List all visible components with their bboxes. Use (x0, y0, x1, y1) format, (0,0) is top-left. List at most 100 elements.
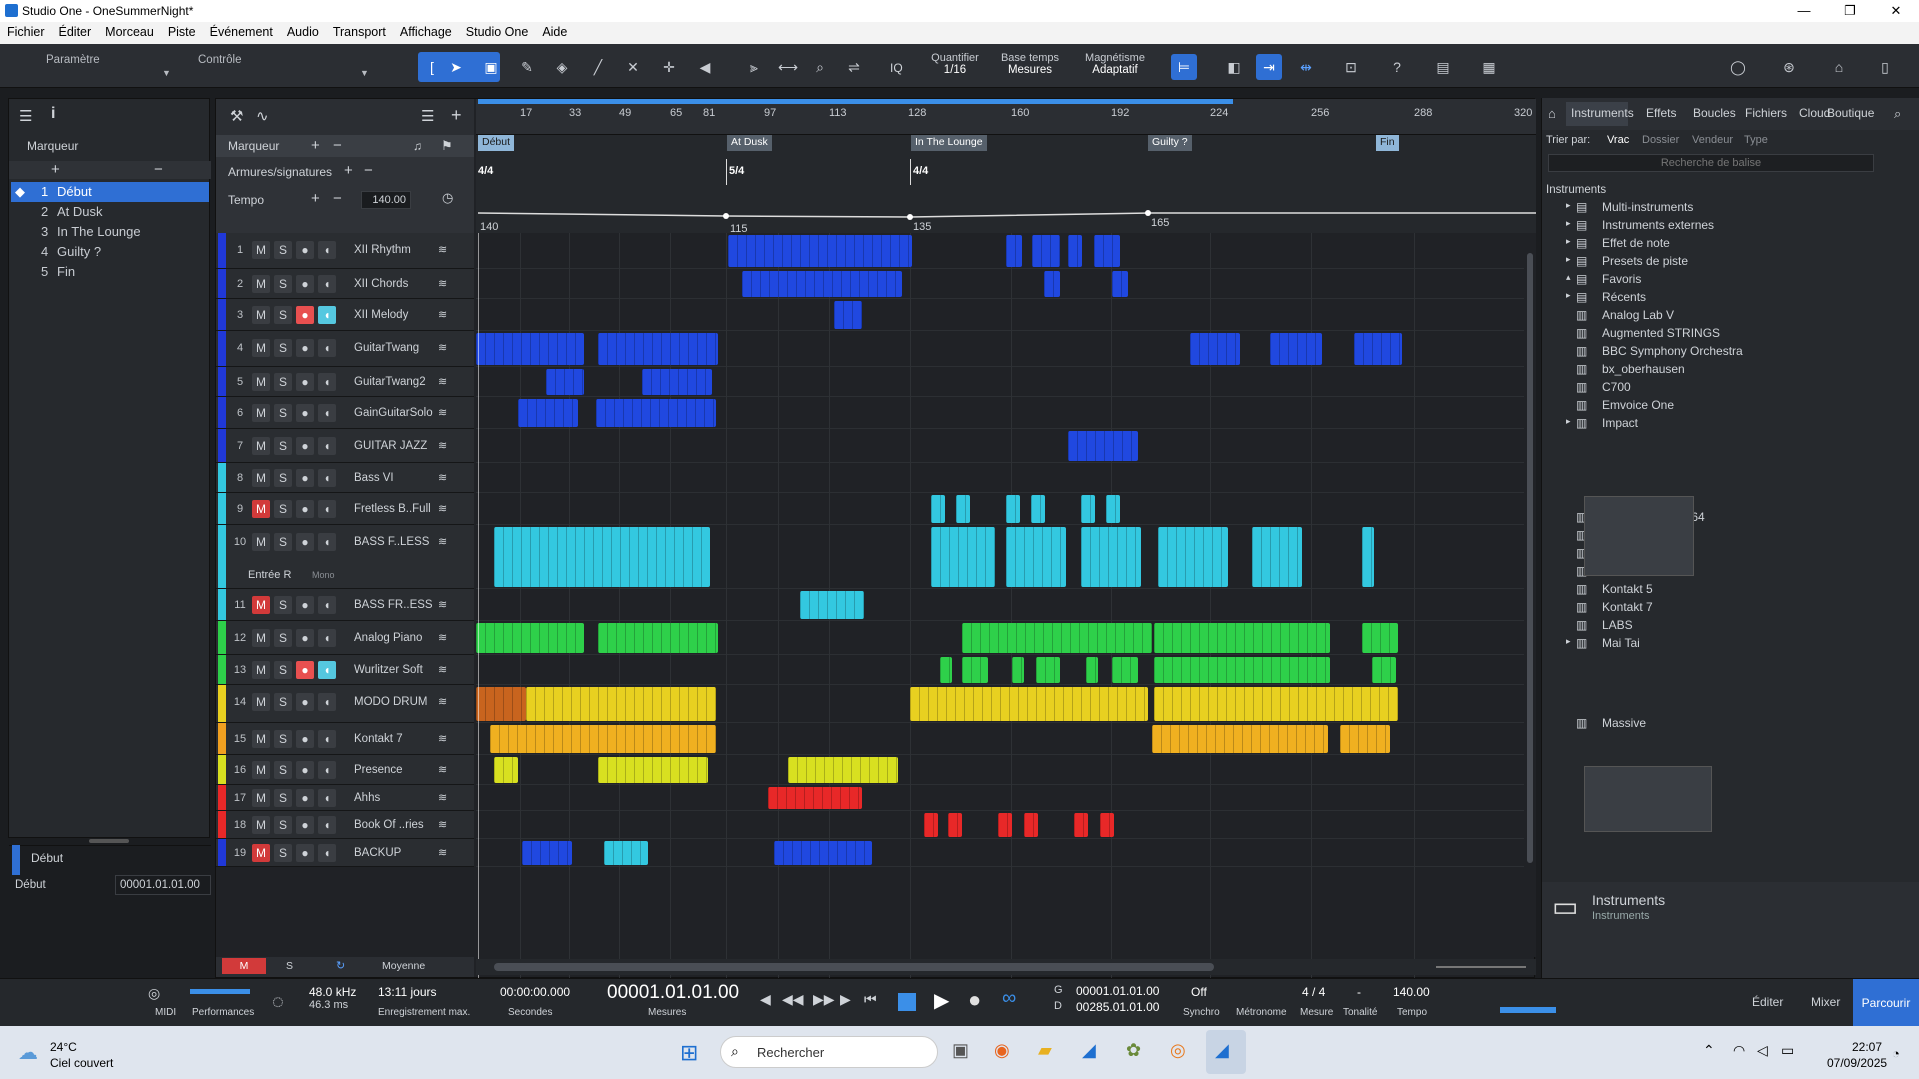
automation-icon[interactable]: ∿ (256, 107, 269, 125)
event-clip[interactable] (1340, 725, 1390, 753)
track-name[interactable]: Fretless B..Full (354, 503, 431, 515)
remove-tempo-icon[interactable]: − (333, 190, 342, 207)
monitor-button[interactable]: ◖ (318, 404, 336, 422)
solo-button[interactable]: S (274, 275, 292, 293)
taskbar-search[interactable]: ⌕ Rechercher (720, 1036, 938, 1068)
track-name[interactable]: GuitarTwang (354, 342, 419, 354)
event-clip[interactable] (800, 591, 864, 619)
waveform-icon[interactable]: ≋ (438, 502, 447, 515)
mute-button[interactable]: M (252, 306, 270, 324)
marker-flag[interactable]: Guilty ? (1148, 135, 1192, 151)
event-clip[interactable] (834, 301, 862, 329)
menu-piste[interactable]: Piste (161, 22, 203, 39)
monitor-button[interactable]: ◖ (318, 275, 336, 293)
studio-one-icon[interactable]: ◢ (1082, 1040, 1096, 1061)
monitor-button[interactable]: ◖ (318, 437, 336, 455)
record-arm-button[interactable]: ● (296, 661, 314, 679)
tray-chevron-icon[interactable]: ⌃ (1703, 1042, 1715, 1059)
monitor-button[interactable]: ◖ (318, 533, 336, 551)
event-clip[interactable] (598, 623, 718, 653)
waveform-icon[interactable]: ≋ (438, 375, 447, 388)
solo-button[interactable]: S (274, 629, 292, 647)
event-clip[interactable] (1006, 495, 1020, 523)
tab-boucles[interactable]: Boucles (1693, 106, 1736, 120)
input-label[interactable]: Entrée R (248, 569, 291, 581)
sort-vrac[interactable]: Vrac (1607, 134, 1629, 146)
track-name[interactable]: BACKUP (354, 847, 401, 859)
event-clip[interactable] (1094, 235, 1120, 267)
track-header[interactable]: 19 M S ● ◖ BACKUP ≋ (216, 839, 474, 867)
bend-tool-icon[interactable]: ✛ (656, 54, 682, 80)
paint-tool-icon[interactable]: ╱ (585, 54, 611, 80)
event-clip[interactable] (948, 813, 962, 837)
monitor-button[interactable]: ◖ (318, 661, 336, 679)
event-clip[interactable] (1068, 235, 1082, 267)
event-clip[interactable] (998, 813, 1012, 837)
track-name[interactable]: Wurlitzer Soft (354, 664, 423, 676)
mute-button[interactable]: M (252, 596, 270, 614)
monitor-button[interactable]: ◖ (318, 373, 336, 391)
event-clip[interactable] (1252, 527, 1302, 587)
expand-chevron-icon[interactable]: ▸ (1566, 636, 1571, 647)
marker-flag[interactable]: In The Lounge (911, 135, 987, 151)
event-clip[interactable] (1106, 495, 1120, 523)
browser-item[interactable]: ▸ ▥ Impact (1542, 414, 1912, 432)
record-arm-button[interactable]: ● (296, 500, 314, 518)
windows-start-icon[interactable]: ⊞ (680, 1040, 698, 1066)
goto-start-icon[interactable]: ⏮ (864, 991, 877, 1008)
event-clip[interactable] (546, 369, 584, 395)
browser-item[interactable]: ▥ BBC Symphony Orchestra (1542, 342, 1912, 360)
chevron-down-icon[interactable]: ▼ (162, 68, 171, 78)
track-height-select[interactable]: Moyenne (382, 960, 425, 972)
maximize-button[interactable]: ❐ (1827, 0, 1873, 22)
track-list-menu-icon[interactable]: ☰ (421, 107, 434, 125)
browser-item[interactable]: ▸ ▤ Presets de piste (1542, 252, 1912, 270)
add-marker-icon[interactable]: + (311, 137, 320, 154)
tab-effets[interactable]: Effets (1646, 106, 1676, 120)
waveform-icon[interactable]: ≋ (438, 277, 447, 290)
record-arm-button[interactable]: ● (296, 469, 314, 487)
timeline-ruler[interactable]: 17 33 49 65 81 97 113 128 160 192 224 25… (476, 99, 1536, 135)
loop-start[interactable]: 00001.01.01.00 (1076, 984, 1159, 998)
range-select-icon[interactable]: ▣ (478, 54, 504, 80)
event-clip[interactable] (1086, 657, 1098, 683)
add-track-button[interactable]: + (451, 105, 462, 126)
track-name[interactable]: Analog Piano (354, 632, 422, 644)
browser-item[interactable]: ▥ LABS (1542, 616, 1912, 634)
browser-item[interactable]: ▸ ▤ Multi-instruments (1542, 198, 1912, 216)
event-clip[interactable] (1006, 235, 1022, 267)
waveform-icon[interactable]: ≋ (438, 535, 447, 548)
monitor-button[interactable]: ◖ (318, 306, 336, 324)
track-header[interactable]: 18 M S ● ◖ Book Of ..ries ≋ (216, 811, 474, 839)
menu-transport[interactable]: Transport (326, 22, 393, 39)
record-arm-button[interactable]: ● (296, 596, 314, 614)
event-clip[interactable] (494, 757, 518, 783)
track-header[interactable]: 14 M S ● ◖ MODO DRUM ≋ (216, 685, 474, 723)
browser-item[interactable]: ▥ Analog Lab V (1542, 306, 1912, 324)
mute-button[interactable]: M (252, 275, 270, 293)
waveform-icon[interactable]: ≋ (438, 695, 447, 708)
notification-icon[interactable]: ◔ (1892, 1046, 1900, 1061)
horizontal-scrollbar[interactable] (476, 959, 1536, 975)
event-clip[interactable] (1081, 527, 1141, 587)
event-clip[interactable] (1190, 333, 1240, 365)
expand-chevron-icon[interactable]: ▸ (1566, 200, 1571, 211)
track-header[interactable]: 13 M S ● ◖ Wurlitzer Soft ≋ (216, 655, 474, 685)
event-clip[interactable] (598, 333, 718, 365)
event-clip[interactable] (1032, 235, 1060, 267)
mute-tool-icon[interactable]: ✕ (620, 54, 646, 80)
playhead[interactable] (478, 233, 479, 979)
event-clip[interactable] (910, 687, 1148, 721)
event-clip[interactable] (1154, 623, 1330, 653)
browse-button[interactable]: Parcourir (1853, 979, 1919, 1027)
record-arm-button[interactable]: ● (296, 789, 314, 807)
solo-button[interactable]: S (274, 469, 292, 487)
solo-button[interactable]: S (274, 693, 292, 711)
event-clip[interactable] (768, 787, 862, 809)
menu-audio[interactable]: Audio (280, 22, 326, 39)
video-icon[interactable]: ▤ (1430, 54, 1456, 80)
battery-icon[interactable]: ▭ (1781, 1042, 1794, 1059)
event-clip[interactable] (1362, 527, 1374, 587)
remove-signature-icon[interactable]: − (364, 162, 373, 179)
app-icon[interactable]: ✿ (1126, 1040, 1141, 1061)
